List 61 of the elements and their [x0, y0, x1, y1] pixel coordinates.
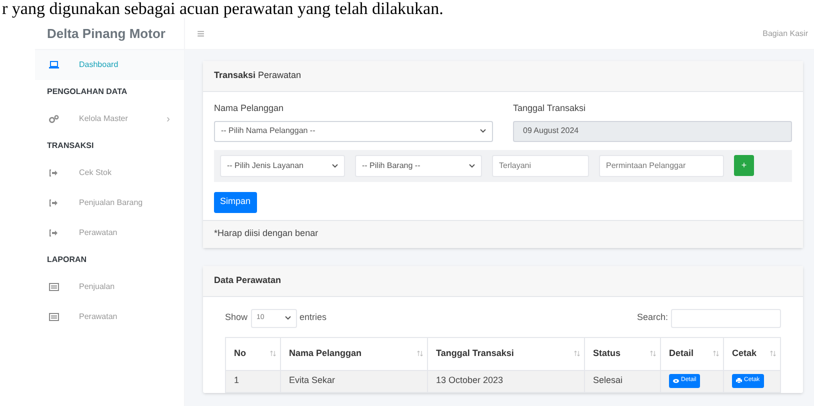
column-header[interactable]: Nama Pelanggan — [280, 337, 428, 370]
sidebar-section-header: PENGOLAHAN DATA — [47, 86, 128, 98]
search-label: Search: — [636, 311, 668, 324]
column-header[interactable]: Tanggal Transaksi — [428, 337, 584, 370]
table-cell: Selesai — [593, 374, 623, 384]
printer-icon — [736, 378, 742, 383]
user-role-text: Bagian Kasir — [762, 28, 808, 40]
sidebar-section-header: TRANSAKSI — [47, 140, 94, 152]
chevron-down-icon — [332, 164, 338, 168]
sidebar-section-header: LAPORAN — [47, 254, 87, 266]
chevron-down-icon — [480, 129, 486, 133]
brand-name: Delta Pinang Motor — [47, 24, 166, 43]
report-icon — [49, 313, 59, 321]
laptop-icon — [49, 61, 59, 69]
column-header[interactable]: Cetak — [724, 337, 780, 370]
sort-icon — [270, 350, 276, 357]
chevron-down-icon — [469, 164, 475, 168]
sign-in-icon — [49, 229, 59, 237]
chevron-down-icon — [284, 316, 291, 320]
chevron-icon: › — [166, 112, 170, 126]
save-button[interactable]: Simpan — [214, 192, 257, 212]
service-select[interactable]: -- Pilih Jenis Layanan — [220, 154, 345, 176]
item-select[interactable]: -- Pilih Barang -- — [355, 154, 482, 176]
field-label: Nama Pelanggan — [214, 102, 285, 115]
sort-icon — [650, 350, 656, 357]
request-input[interactable]: Permintaan Pelanggar — [599, 154, 724, 176]
sign-in-icon — [49, 169, 59, 177]
gears-icon — [49, 115, 59, 123]
sort-icon — [417, 350, 423, 357]
column-header[interactable]: Detail — [660, 337, 724, 370]
sidebar-item[interactable]: Perawatan — [35, 218, 184, 248]
sort-icon — [770, 350, 776, 357]
sidebar-item[interactable]: Perawatan — [35, 302, 184, 332]
column-header[interactable]: Status — [584, 337, 660, 370]
sign-in-icon — [49, 199, 59, 207]
sidebar-item[interactable]: Dashboard — [35, 50, 184, 80]
date-field[interactable]: 09 August 2024 — [513, 120, 792, 142]
card-title: Data Perawatan — [214, 274, 282, 287]
table-cell: 1 — [234, 374, 240, 384]
field-label: Tanggal Transaksi — [513, 102, 587, 115]
customer-select[interactable]: -- Pilih Nama Pelanggan -- — [214, 120, 493, 142]
card-title: Transaksi Perawatan — [214, 69, 302, 82]
form-note: *Harap diisi dengan benar — [214, 227, 318, 240]
report-icon — [49, 283, 59, 291]
sort-icon — [713, 350, 719, 357]
sort-icon — [574, 350, 580, 357]
table-cell: Evita Sekar — [289, 374, 336, 384]
table-cell: 13 October 2023 — [436, 374, 504, 384]
entries-label: entries — [300, 311, 327, 324]
add-button[interactable]: + — [734, 155, 754, 176]
search-field[interactable] — [671, 308, 781, 328]
show-label: Show — [225, 311, 248, 324]
menu-icon[interactable]: ≡ — [197, 24, 205, 44]
sidebar-item[interactable]: Penjualan — [35, 272, 184, 302]
sidebar-item[interactable]: Kelola Master › — [35, 104, 184, 134]
eye-icon — [673, 378, 679, 382]
document-text: r yang digunakan sebagai acuan perawatan yang telah dilakukan. — [1, 0, 444, 18]
column-header[interactable]: No — [226, 337, 280, 370]
sidebar-item[interactable]: Cek Stok — [35, 158, 184, 188]
served-input[interactable]: Terlayani — [492, 154, 589, 176]
sidebar-item[interactable]: Penjualan Barang — [35, 188, 184, 218]
